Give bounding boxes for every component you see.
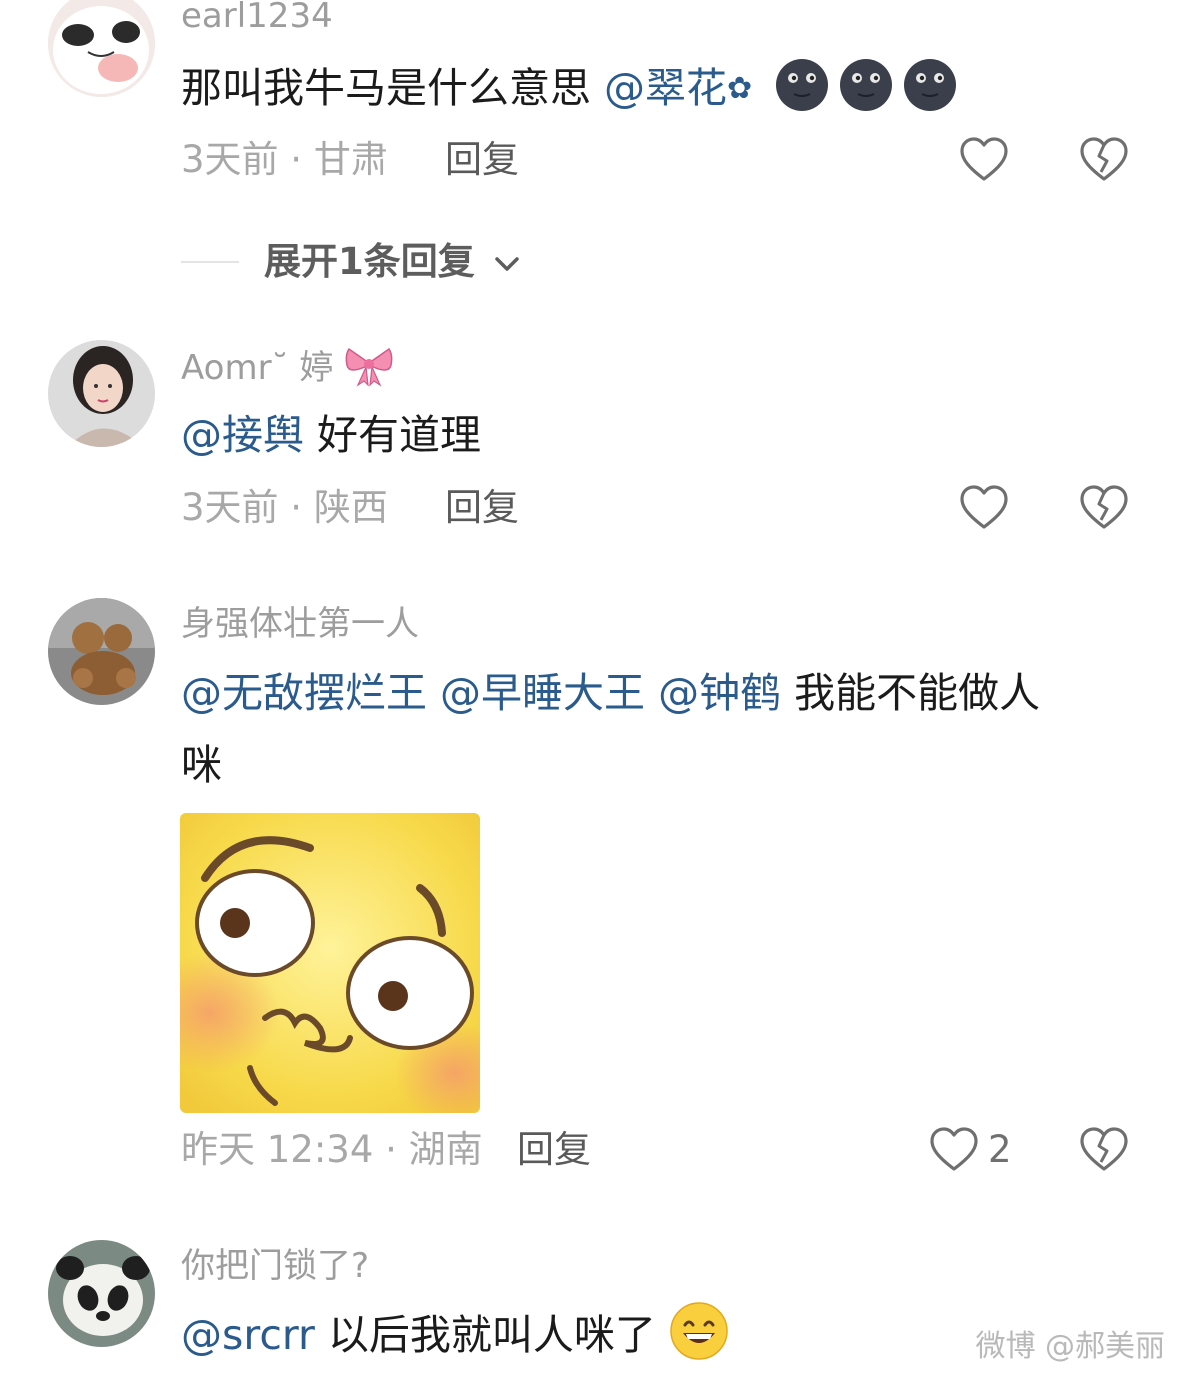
avatar[interactable] <box>48 0 155 97</box>
comment-meta: 昨天 12:34 · 湖南 <box>181 1128 483 1171</box>
new-moon-face-icon <box>904 59 957 111</box>
comment-text-main: 那叫我牛马是什么意思 <box>181 64 591 112</box>
comment-text: @无敌摆烂王 @早睡大王 @钟鹤 我能不能做人 咪 <box>181 657 1141 801</box>
comment-text: @接舆 好有道理 <box>181 399 1141 471</box>
mention-link[interactable]: @无敌摆烂王 <box>181 669 427 717</box>
expand-divider <box>181 261 239 263</box>
mention-link[interactable]: @srcrr <box>181 1311 315 1359</box>
username[interactable]: earl1234 <box>181 0 333 36</box>
reply-button[interactable]: 回复 <box>445 486 519 530</box>
avatar[interactable] <box>48 340 155 447</box>
avatar[interactable] <box>48 598 155 705</box>
dislike-broken-heart-icon[interactable] <box>1078 482 1130 534</box>
new-moon-face-icon <box>840 59 893 111</box>
avatar[interactable] <box>48 1240 155 1347</box>
mention-link[interactable]: @钟鹤 <box>658 669 781 717</box>
username-text: Aomr˘ 婷 <box>181 348 334 388</box>
reply-button[interactable]: 回复 <box>445 138 519 182</box>
expand-replies-button[interactable]: 展开1条回复 <box>264 240 522 284</box>
reply-button[interactable]: 回复 <box>517 1128 591 1172</box>
like-heart-icon[interactable] <box>958 134 1010 186</box>
username[interactable]: 身强体壮第一人 <box>181 604 419 644</box>
comment-text-main: 我能不能做人 <box>794 669 1041 717</box>
like-count: 2 <box>988 1128 1012 1171</box>
watermark: 微博 @郝美丽 <box>975 1329 1165 1364</box>
dislike-broken-heart-icon[interactable] <box>1078 1124 1130 1176</box>
comment-meta: 3天前 · 陕西 <box>181 486 388 529</box>
comment-text-main: 以后我就叫人咪了 <box>327 1311 656 1359</box>
new-moon-face-icon <box>776 59 829 111</box>
like-heart-icon[interactable] <box>958 482 1010 534</box>
username[interactable]: Aomr˘ 婷 <box>181 343 394 388</box>
yellow-face-sticker[interactable] <box>180 813 480 1113</box>
comment-text-main: 好有道理 <box>317 411 482 459</box>
comment-meta: 3天前 · 甘肃 <box>181 138 388 181</box>
mention-link[interactable]: @接舆 <box>181 411 304 459</box>
flower-icon: ✿ <box>727 71 753 106</box>
mention-link[interactable]: @早睡大王 <box>440 669 645 717</box>
chevron-down-icon <box>494 256 519 271</box>
mention-link[interactable]: @翠花 <box>604 64 727 112</box>
username[interactable]: 你把门锁了? <box>181 1246 369 1286</box>
grinning-sweat-face-icon <box>670 1302 728 1360</box>
expand-replies-label: 展开1条回复 <box>264 240 475 283</box>
comment-text: 那叫我牛马是什么意思 @翠花✿ <box>181 52 1141 125</box>
like-heart-icon[interactable] <box>928 1124 980 1176</box>
comment-text-continued: 咪 <box>181 741 222 789</box>
dislike-broken-heart-icon[interactable] <box>1078 134 1130 186</box>
ribbon-icon <box>345 347 393 387</box>
